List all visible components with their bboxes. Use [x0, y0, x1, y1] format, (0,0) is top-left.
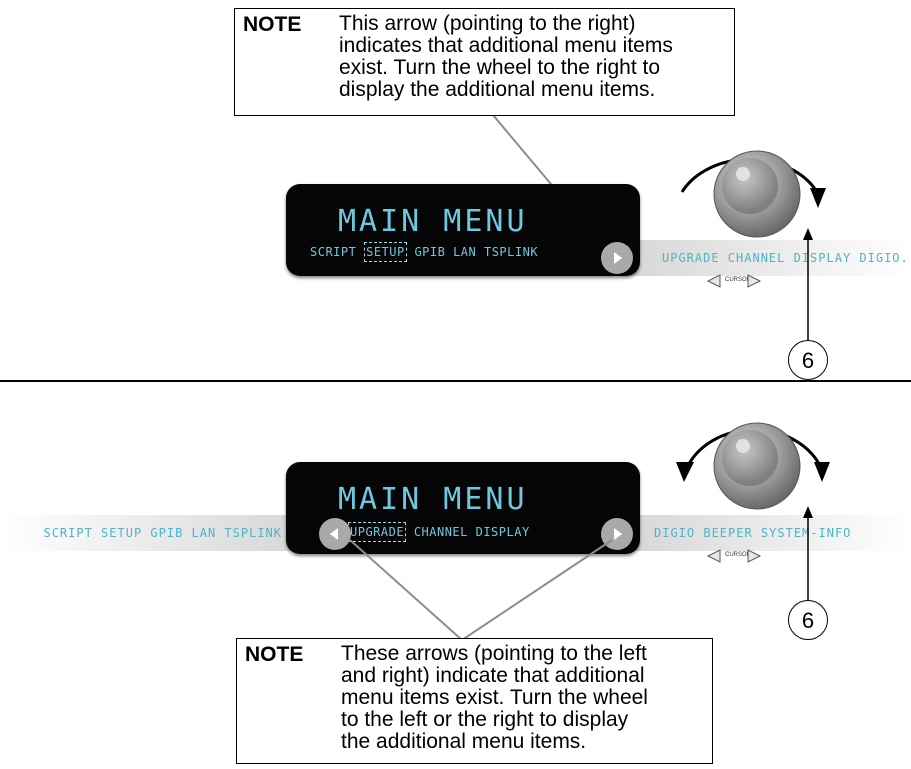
bottom-note-line: the additional menu items. — [341, 730, 587, 753]
bottom-note-line: to the left or the right to display — [341, 708, 629, 731]
bottom-note-label: NOTE — [245, 643, 304, 666]
bottom-note-box: NOTE These arrows (pointing to the left … — [236, 638, 713, 764]
bottom-note-line: These arrows (pointing to the left — [341, 642, 647, 665]
bottom-note-line: menu items exist. Turn the wheel — [341, 686, 648, 709]
bottom-note-line: and right) indicate that additional — [341, 664, 645, 687]
bottom-note-text: These arrows (pointing to the left and r… — [341, 643, 648, 753]
